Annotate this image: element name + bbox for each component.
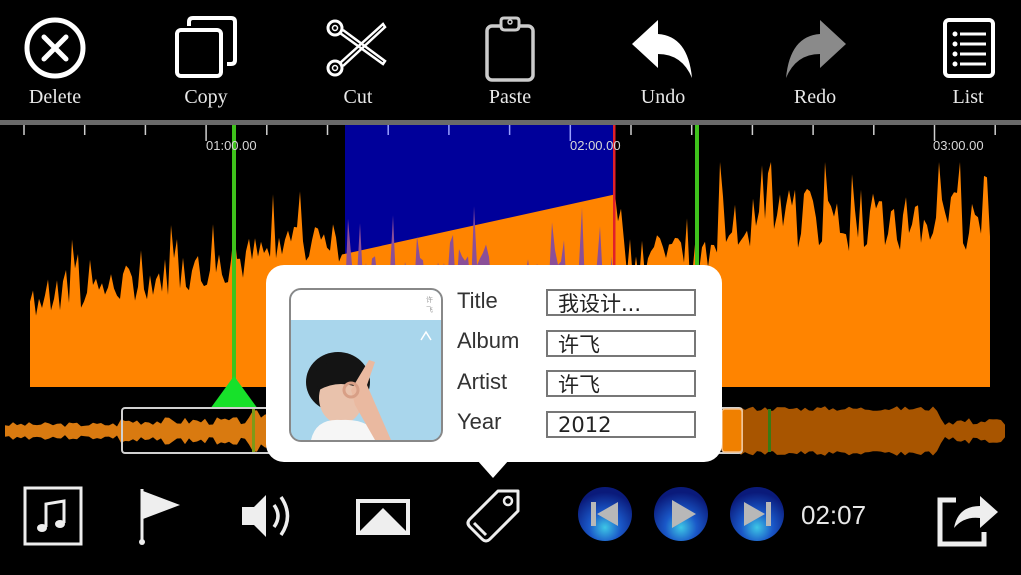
delete-button[interactable]: Delete [0, 14, 110, 114]
speaker-icon [242, 495, 290, 537]
current-time-readout: 02:07 [801, 500, 867, 530]
title-label: Title [457, 288, 498, 313]
skip-back-button[interactable] [576, 485, 634, 543]
skip-back-icon [578, 487, 632, 541]
metadata-popover: 许 飞 Title Album Artist Year [266, 265, 722, 462]
paste-label: Paste [488, 86, 532, 108]
tag-icon [466, 489, 520, 543]
circle-x-icon [24, 17, 86, 79]
redo-label: Redo [793, 86, 837, 108]
album-label: Album [457, 328, 520, 353]
volume-button[interactable] [236, 485, 306, 547]
album-field[interactable] [546, 330, 696, 357]
top-toolbar: Delete Copy Cut Paste Undo Redo List [0, 0, 1021, 120]
redo-button[interactable]: Redo [760, 14, 870, 114]
artist-field[interactable] [546, 370, 696, 397]
undo-arrow-icon [632, 20, 692, 78]
list-button[interactable]: List [913, 14, 1021, 114]
overview-marker-a [252, 409, 255, 452]
redo-arrow-icon [786, 20, 846, 78]
cut-button[interactable]: Cut [303, 14, 413, 114]
undo-label: Undo [640, 86, 686, 108]
share-export-button[interactable] [932, 484, 1002, 550]
cut-label: Cut [343, 86, 373, 108]
copy-icon [175, 16, 237, 78]
marker-flag-button[interactable] [134, 485, 190, 547]
list-label: List [952, 86, 984, 108]
list-icon [943, 18, 995, 78]
year-label: Year [457, 409, 502, 434]
clipboard-icon [485, 16, 535, 82]
title-field[interactable] [546, 289, 696, 316]
tick-label-1min: 01:00.00 [206, 138, 257, 153]
share-export-icon [937, 496, 998, 547]
airplay-button[interactable] [350, 485, 416, 547]
svg-text:飞: 飞 [426, 306, 433, 314]
paste-button[interactable]: Paste [455, 14, 565, 114]
overview-marker-b [768, 409, 771, 452]
tick-label-2min: 02:00.00 [570, 138, 621, 153]
play-icon [654, 487, 708, 541]
overview-window-handle [721, 408, 743, 453]
music-note-icon [23, 486, 83, 546]
artist-label: Artist [457, 369, 508, 394]
undo-button[interactable]: Undo [608, 14, 718, 114]
delete-label: Delete [28, 86, 82, 108]
airplay-icon [356, 499, 410, 535]
album-art-image: 许 飞 [291, 290, 441, 440]
album-cover[interactable]: 许 飞 [289, 288, 443, 442]
year-field[interactable] [546, 411, 696, 438]
svg-text:许: 许 [426, 295, 433, 304]
flag-icon [139, 489, 180, 545]
start-marker-line [232, 125, 236, 387]
music-library-button[interactable] [22, 485, 84, 547]
copy-label: Copy [184, 86, 228, 108]
scissors-icon [326, 19, 387, 77]
copy-button[interactable]: Copy [151, 14, 261, 114]
metadata-tag-button[interactable] [462, 485, 524, 547]
skip-forward-button[interactable] [728, 485, 786, 543]
play-button[interactable] [652, 485, 710, 543]
tick-label-3min: 03:00.00 [933, 138, 984, 153]
skip-forward-icon [730, 487, 784, 541]
